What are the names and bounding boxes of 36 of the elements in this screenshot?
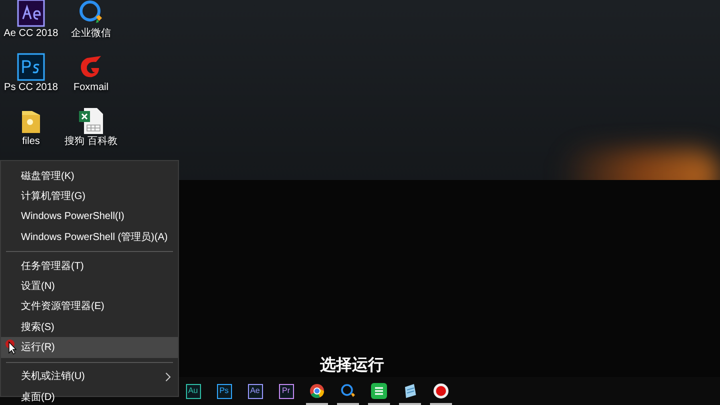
after-effects-icon: [17, 0, 45, 27]
menu-item[interactable]: 设置(N): [1, 276, 178, 297]
menu-item[interactable]: Windows PowerShell (管理员)(A): [1, 226, 178, 248]
chevron-right-icon: [165, 370, 173, 383]
menu-item[interactable]: Windows PowerShell(I): [1, 206, 178, 227]
desktop-icon-label[interactable]: files: [22, 136, 40, 148]
chat-bubble-icon: [340, 383, 356, 399]
spreadsheet-app-icon: [371, 383, 387, 399]
photoshop-icon: [17, 53, 45, 81]
menu-item[interactable]: 运行(R): [1, 337, 178, 358]
app-icon: Ae: [248, 384, 262, 398]
menu-item[interactable]: 关机或注销(U): [1, 366, 178, 387]
desktop-icon-label[interactable]: Ae CC 2018: [4, 28, 58, 40]
taskbar-button[interactable]: Au: [180, 377, 206, 405]
desktop-icon-label[interactable]: 企业微信: [71, 28, 111, 40]
menu-item[interactable]: 计算机管理(G): [1, 186, 178, 207]
menu-item[interactable]: 任务管理器(T): [1, 256, 178, 276]
desktop-icon-label[interactable]: 搜狗 百科教: [64, 136, 118, 148]
taskbar-button[interactable]: Ae: [242, 377, 268, 405]
menu-item[interactable]: 文件资源管理器(E): [1, 296, 178, 318]
mouse-cursor-icon: [5, 339, 19, 356]
menu-item[interactable]: 磁盘管理(K): [1, 166, 178, 186]
chrome-icon: [309, 383, 325, 399]
subtitle: 选择运行: [320, 356, 384, 376]
menu-item[interactable]: 桌面(D): [1, 386, 178, 405]
app-icon: Ps: [216, 384, 232, 398]
app-icon: Pr: [278, 384, 294, 398]
taskbar-button[interactable]: Ps: [211, 377, 237, 405]
spreadsheet-file-icon: [78, 107, 104, 135]
desktop-icon-label[interactable]: Foxmail: [73, 82, 108, 94]
taskbar-button[interactable]: Pr: [273, 377, 299, 405]
desktop-icon-label[interactable]: Ps CC 2018: [4, 82, 58, 94]
app-icon: Au: [186, 384, 200, 398]
menu-item[interactable]: 搜索(S): [1, 317, 178, 338]
record-icon: [433, 383, 449, 399]
notepad-icon: [402, 383, 418, 399]
